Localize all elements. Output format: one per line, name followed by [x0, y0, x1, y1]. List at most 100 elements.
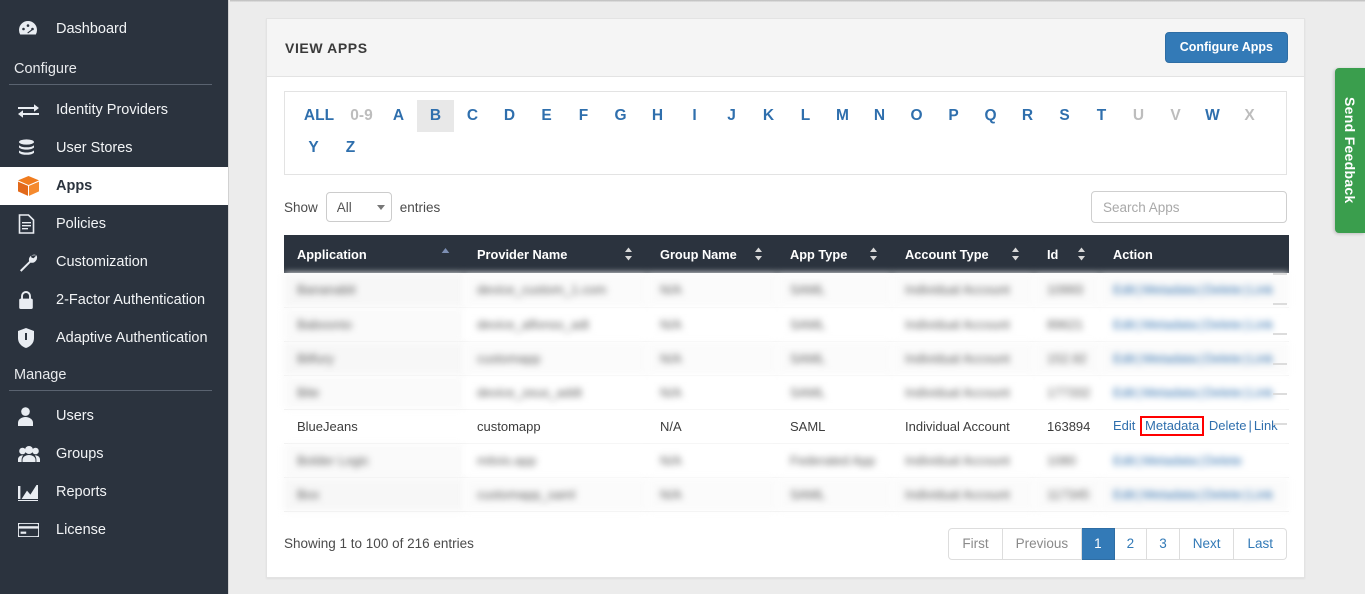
action-delete-link[interactable]: Delete [1209, 418, 1247, 433]
action-link-link[interactable]: Link [1254, 418, 1278, 433]
pagination-next[interactable]: Next [1180, 528, 1235, 561]
action-metadata-link[interactable]: Metadata [1143, 453, 1197, 468]
cell-group: N/A [647, 375, 777, 409]
alpha-filter-p[interactable]: P [935, 100, 972, 132]
sidebar-item-apps[interactable]: Apps [0, 167, 228, 205]
shield-icon [18, 328, 44, 348]
table-row[interactable]: Bolder Logicmitvio.appN/AFederated AppIn… [284, 443, 1289, 477]
column-header-label: Application [297, 247, 367, 262]
action-delete-link[interactable]: Delete [1204, 453, 1242, 468]
pagination-previous[interactable]: Previous [1003, 528, 1083, 561]
sidebar-item-identity-providers[interactable]: Identity Providers [0, 91, 228, 129]
action-metadata-link[interactable]: Metadata [1145, 418, 1199, 433]
sidebar-item-2-factor-authentication[interactable]: 2-Factor Authentication [0, 281, 228, 319]
alpha-filter-y[interactable]: Y [295, 132, 332, 164]
configure-apps-button[interactable]: Configure Apps [1165, 32, 1288, 63]
action-edit-link[interactable]: Edit [1113, 317, 1135, 332]
send-feedback-tab[interactable]: Send Feedback [1335, 68, 1365, 233]
table-row[interactable]: BitfurycustomappN/ASAMLIndividual Accoun… [284, 341, 1289, 375]
sidebar-item-users[interactable]: Users [0, 397, 228, 435]
alpha-filter-e[interactable]: E [528, 100, 565, 132]
action-link-link[interactable]: Link [1249, 317, 1273, 332]
sidebar-item-groups[interactable]: Groups [0, 435, 228, 473]
card-icon [18, 520, 44, 540]
alpha-filter-a[interactable]: A [380, 100, 417, 132]
page-length-select[interactable]: All [326, 192, 392, 222]
action-delete-link[interactable]: Delete [1204, 282, 1242, 297]
box-icon [18, 176, 44, 196]
column-header-app-type[interactable]: App Type [777, 235, 892, 273]
action-edit-link[interactable]: Edit [1113, 418, 1135, 433]
column-header-id[interactable]: Id [1034, 235, 1100, 273]
alpha-filter-j[interactable]: J [713, 100, 750, 132]
alpha-filter-m[interactable]: M [824, 100, 861, 132]
alpha-filter-z[interactable]: Z [332, 132, 369, 164]
alpha-filter-i[interactable]: I [676, 100, 713, 132]
alpha-filter-k[interactable]: K [750, 100, 787, 132]
sidebar-item-dashboard[interactable]: Dashboard [0, 7, 228, 51]
action-link-link[interactable]: Link [1249, 385, 1273, 400]
alpha-filter-all[interactable]: ALL [295, 100, 343, 132]
sidebar-item-license[interactable]: License [0, 511, 228, 549]
alpha-filter-h[interactable]: H [639, 100, 676, 132]
action-edit-link[interactable]: Edit [1113, 487, 1135, 502]
page-title: VIEW APPS [285, 40, 368, 56]
column-header-group-name[interactable]: Group Name [647, 235, 777, 273]
action-edit-link[interactable]: Edit [1113, 282, 1135, 297]
alpha-filter-q[interactable]: Q [972, 100, 1009, 132]
table-row[interactable]: Babooniodevice_alfonso_adtN/ASAMLIndivid… [284, 307, 1289, 341]
sidebar-section-manage: Manage [0, 357, 228, 390]
sidebar-item-reports[interactable]: Reports [0, 473, 228, 511]
column-header-provider-name[interactable]: Provider Name [464, 235, 647, 273]
alpha-filter-l[interactable]: L [787, 100, 824, 132]
action-edit-link[interactable]: Edit [1113, 351, 1135, 366]
action-delete-link[interactable]: Delete [1204, 385, 1242, 400]
action-metadata-link[interactable]: Metadata [1143, 351, 1197, 366]
action-metadata-link[interactable]: Metadata [1143, 317, 1197, 332]
action-edit-link[interactable]: Edit [1113, 453, 1135, 468]
cell-application: Bolder Logic [284, 443, 464, 477]
action-delete-link[interactable]: Delete [1204, 351, 1242, 366]
alpha-filter-c[interactable]: C [454, 100, 491, 132]
table-row[interactable]: Boxcustomapp_samlN/ASAMLIndividual Accou… [284, 477, 1289, 511]
table-row[interactable]: Bananabitdevice_custom_1.comN/ASAMLIndiv… [284, 273, 1289, 307]
alpha-filter-v: V [1157, 100, 1194, 132]
sidebar-item-policies[interactable]: Policies [0, 205, 228, 243]
action-edit-link[interactable]: Edit [1113, 385, 1135, 400]
alpha-filter-n[interactable]: N [861, 100, 898, 132]
pagination-2[interactable]: 2 [1115, 528, 1148, 561]
cell-application: Bitfury [284, 341, 464, 375]
action-metadata-link[interactable]: Metadata [1143, 487, 1197, 502]
column-header-account-type[interactable]: Account Type [892, 235, 1034, 273]
action-link-link[interactable]: Link [1249, 282, 1273, 297]
pagination-1[interactable]: 1 [1082, 528, 1115, 561]
alpha-filter-w[interactable]: W [1194, 100, 1231, 132]
alpha-filter-t[interactable]: T [1083, 100, 1120, 132]
action-metadata-link[interactable]: Metadata [1143, 385, 1197, 400]
alpha-filter-b[interactable]: B [417, 100, 454, 132]
cell-provider: device_alfonso_adt [464, 307, 647, 341]
alpha-filter-s[interactable]: S [1046, 100, 1083, 132]
alpha-filter-o[interactable]: O [898, 100, 935, 132]
action-link-link[interactable]: Link [1249, 487, 1273, 502]
search-input[interactable] [1091, 191, 1287, 223]
action-link-link[interactable]: Link [1249, 351, 1273, 366]
alpha-filter-f[interactable]: F [565, 100, 602, 132]
pagination-last[interactable]: Last [1234, 528, 1287, 561]
sidebar-item-adaptive-authentication[interactable]: Adaptive Authentication [0, 319, 228, 357]
table-row[interactable]: Bitedevice_zeus_addtN/ASAMLIndividual Ac… [284, 375, 1289, 409]
table-row[interactable]: BlueJeanscustomappN/ASAMLIndividual Acco… [284, 409, 1289, 443]
action-delete-link[interactable]: Delete [1204, 317, 1242, 332]
alpha-filter-d[interactable]: D [491, 100, 528, 132]
table-scroll-indicator[interactable] [1283, 273, 1287, 483]
action-metadata-link[interactable]: Metadata [1143, 282, 1197, 297]
sidebar-item-user-stores[interactable]: User Stores [0, 129, 228, 167]
pagination-3[interactable]: 3 [1147, 528, 1180, 561]
pagination-first[interactable]: First [948, 528, 1002, 561]
action-delete-link[interactable]: Delete [1204, 487, 1242, 502]
sidebar-item-customization[interactable]: Customization [0, 243, 228, 281]
action-separator: | [1135, 282, 1142, 297]
alpha-filter-g[interactable]: G [602, 100, 639, 132]
alpha-filter-r[interactable]: R [1009, 100, 1046, 132]
column-header-application[interactable]: Application [284, 235, 464, 273]
